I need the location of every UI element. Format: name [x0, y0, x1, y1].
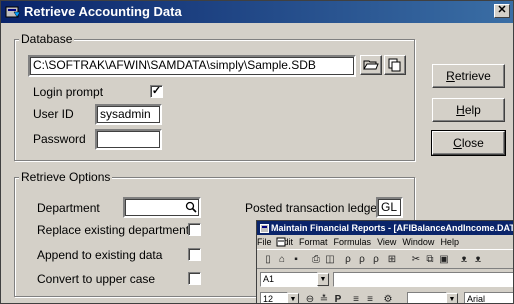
replace-departments-checkbox[interactable] [188, 223, 201, 236]
print-icon[interactable]: ⎙ [309, 253, 323, 266]
login-prompt-checkbox[interactable]: ✓ [150, 85, 163, 98]
close-button-label: lose [461, 136, 484, 150]
paragraph-icon[interactable]: P [331, 293, 345, 303]
format-toolbar: 12 ▼ ⊖ ≛ P ≡ ≡ ⚙ ▼ Arial [257, 291, 513, 303]
open-folder-button[interactable] [360, 55, 382, 75]
style-chevron-icon[interactable]: ▼ [446, 293, 458, 303]
paste-icon[interactable]: ▣ [437, 253, 451, 266]
append-data-checkbox[interactable] [188, 248, 201, 261]
menu-format[interactable]: Format [299, 237, 328, 247]
posted-ledger-label: Posted transaction ledger [245, 201, 382, 215]
font-name-field[interactable]: Arial [464, 292, 513, 303]
binoculars-next-icon[interactable]: ᴥ [471, 253, 485, 266]
indent-icon[interactable]: ≡ [363, 293, 377, 303]
retrieve-accounting-dialog: Retrieve Accounting Data ✕ Database C:\S… [0, 0, 514, 304]
report-app-icon [260, 223, 269, 233]
replace-icon[interactable]: ρ [369, 253, 383, 266]
password-label: Password [33, 132, 86, 146]
formula-field[interactable] [333, 272, 513, 287]
help-button-accel: H [456, 103, 465, 117]
database-legend: Database [19, 32, 75, 46]
login-prompt-label: Login prompt [33, 85, 104, 99]
menu-help[interactable]: Help [440, 237, 459, 247]
save-icon[interactable]: ▪ [289, 253, 303, 266]
grid-icon[interactable]: ⊞ [385, 253, 399, 266]
append-data-label: Append to existing data [37, 248, 163, 262]
find-next-icon[interactable]: ρ [355, 253, 369, 266]
close-button-accel: C [453, 136, 462, 150]
style-field[interactable] [407, 292, 447, 303]
title-bar[interactable]: Retrieve Accounting Data ✕ [1, 1, 513, 23]
retrieve-options-legend: Retrieve Options [19, 170, 113, 184]
binoculars-icon[interactable]: ᴥ [457, 253, 471, 266]
menu-view[interactable]: View [377, 237, 396, 247]
cell-reference-field[interactable]: A1 [260, 272, 318, 287]
help-button[interactable]: Help [432, 98, 505, 122]
font-size-field[interactable]: 12 [260, 292, 288, 303]
user-id-field[interactable]: sysadmin [95, 104, 162, 125]
child-title-bar[interactable]: Maintain Financial Reports - [AFIBalance… [257, 221, 514, 235]
new-icon[interactable]: ▯ [261, 253, 275, 266]
database-path-field[interactable]: C:\SOFTRAK\AFWIN\SAMDATA\simply\Sample.S… [28, 55, 356, 77]
cell-reference-bar: A1 ▼ [257, 271, 513, 289]
retrieve-button[interactable]: Retrieve [432, 64, 505, 88]
find-icon[interactable]: ρ [341, 253, 355, 266]
posted-ledger-field[interactable]: GL [376, 197, 403, 218]
align-icon[interactable]: ≛ [317, 293, 331, 303]
folder-open-icon [363, 60, 379, 70]
menu-file[interactable]: File [257, 237, 272, 247]
close-icon[interactable]: ✕ [494, 4, 510, 18]
menu-formulas[interactable]: Formulas [334, 237, 372, 247]
retrieve-button-accel: R [446, 69, 455, 83]
window-title: Retrieve Accounting Data [24, 4, 182, 19]
search-icon[interactable] [184, 200, 198, 214]
retrieve-button-label: etrieve [454, 69, 491, 83]
copy-files-icon [388, 58, 401, 72]
close-button[interactable]: Close [431, 130, 506, 156]
department-label: Department [37, 201, 100, 215]
settings-icon[interactable]: ⚙ [381, 293, 395, 303]
chevron-down-icon[interactable]: ▼ [317, 273, 329, 286]
child-window-title: Maintain Financial Reports - [AFIBalance… [271, 223, 514, 233]
menu-window[interactable]: Window [402, 237, 434, 247]
zoom-icon[interactable]: ⊖ [303, 293, 317, 303]
user-id-label: User ID [33, 107, 74, 121]
app-icon [5, 5, 21, 19]
uppercase-checkbox[interactable] [188, 272, 201, 285]
help-button-label: elp [464, 103, 481, 117]
list-icon[interactable]: ≡ [349, 293, 363, 303]
replace-departments-label: Replace existing departments [37, 223, 196, 237]
preview-icon[interactable]: ◫ [323, 253, 337, 266]
open-icon[interactable]: ⌂ [275, 253, 289, 266]
font-size-chevron-icon[interactable]: ▼ [287, 293, 299, 303]
child-toolbar: ▯ ⌂ ▪ ⎙ ◫ ρ ρ ρ ⊞ ✂ ⧉ ▣ ᴥ ᴥ [257, 249, 513, 269]
uppercase-label: Convert to upper case [37, 272, 156, 286]
browse-files-button[interactable] [384, 55, 406, 75]
child-menu-bar: FileEditFormatFormulasViewWindowHelp [257, 235, 513, 249]
password-field[interactable] [95, 129, 162, 150]
financial-reports-window[interactable]: Maintain Financial Reports - [AFIBalance… [256, 220, 514, 303]
copy-icon[interactable]: ⧉ [423, 253, 437, 266]
cut-icon[interactable]: ✂ [409, 253, 423, 266]
